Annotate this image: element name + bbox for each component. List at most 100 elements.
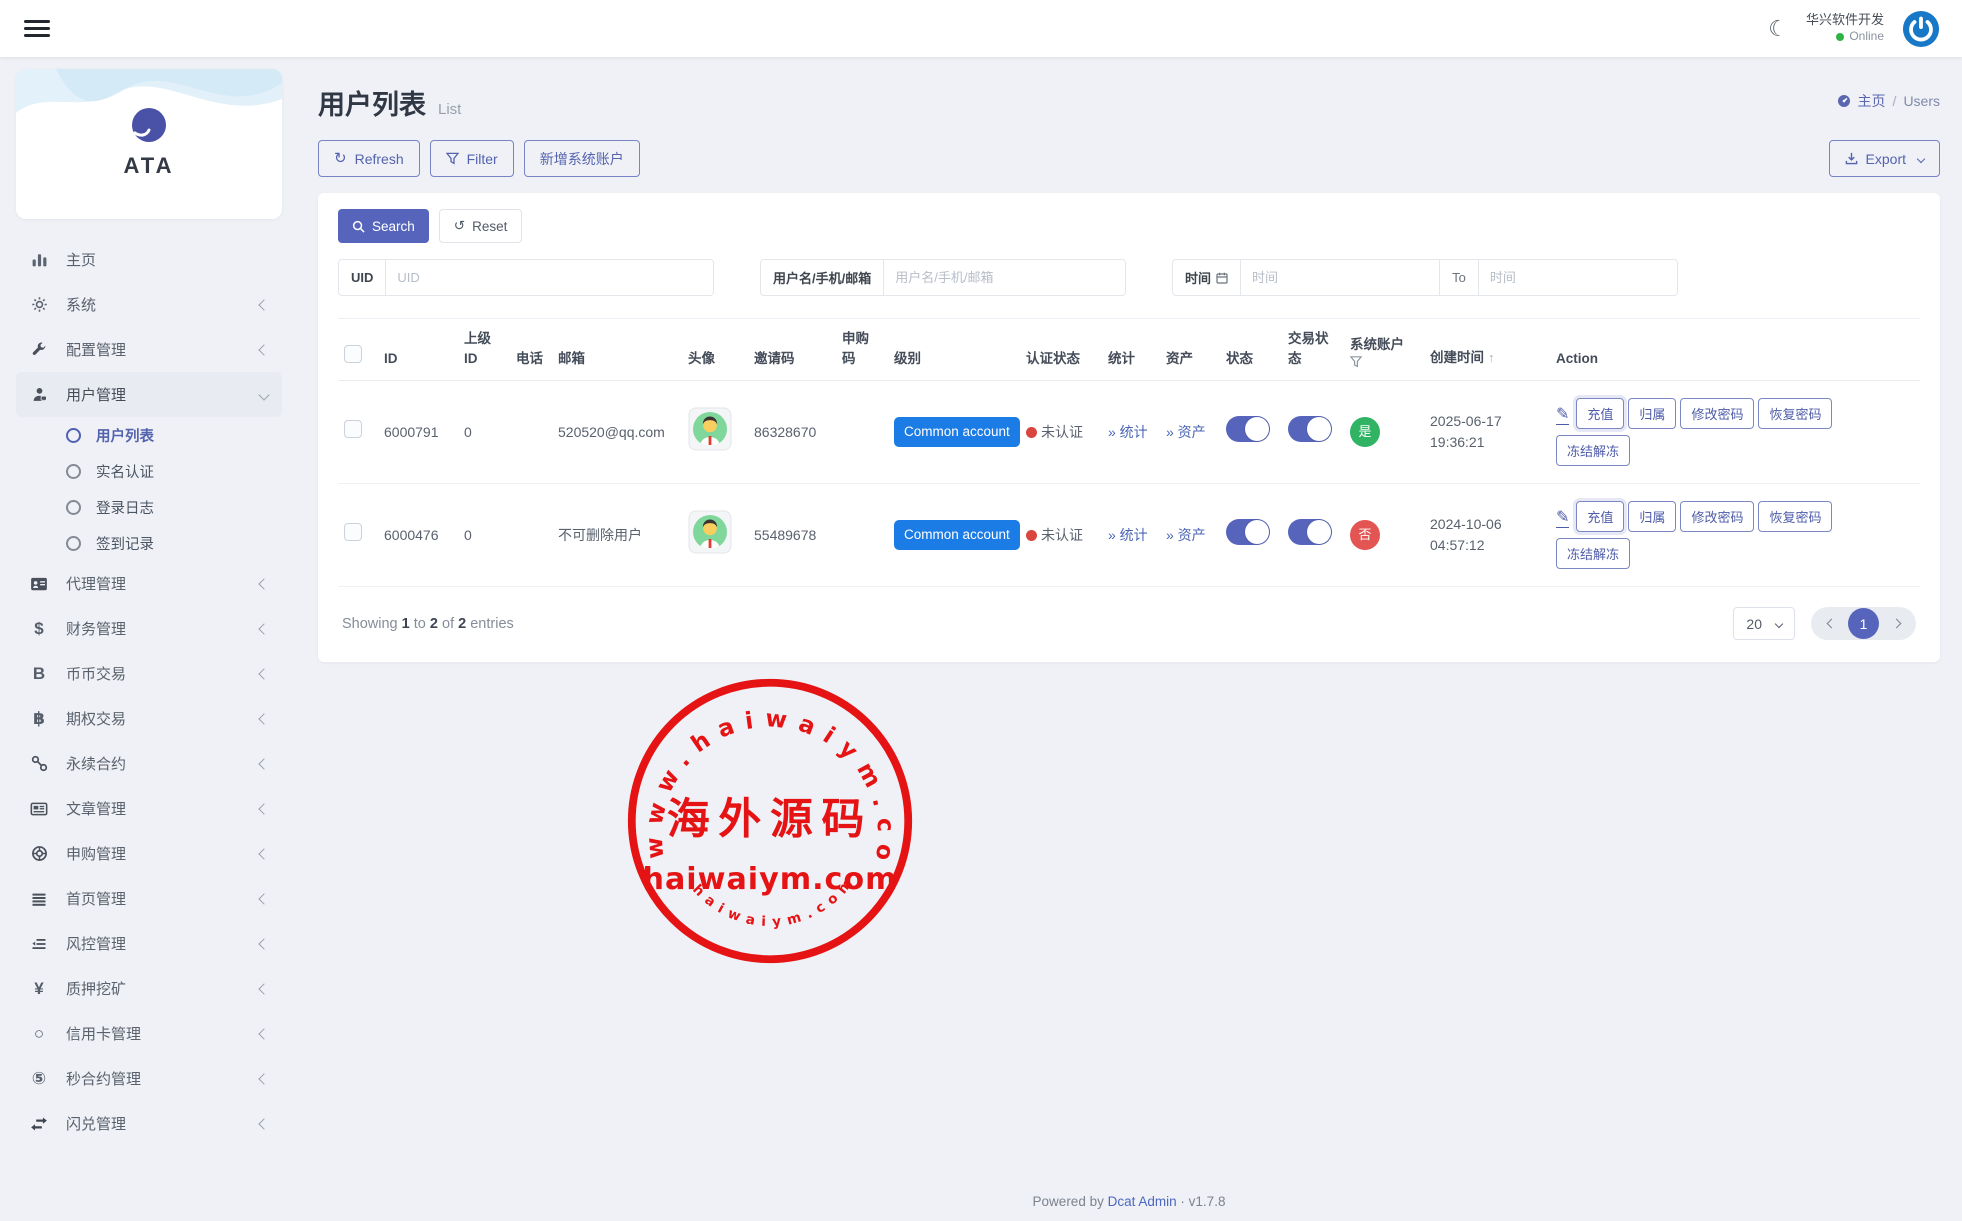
stats-link[interactable]: » 统计 xyxy=(1108,527,1148,543)
breadcrumb-current: Users xyxy=(1903,93,1940,109)
freeze-unfreeze-button[interactable]: 冻结解冻 xyxy=(1556,435,1630,466)
avatar[interactable] xyxy=(688,438,732,454)
assets-link[interactable]: » 资产 xyxy=(1166,424,1206,440)
col-action: Action xyxy=(1550,319,1920,381)
assets-link[interactable]: » 资产 xyxy=(1166,527,1206,543)
add-system-account-button[interactable]: 新增系统账户 xyxy=(524,140,640,177)
cell-created-at: 2025-06-1719:36:21 xyxy=(1424,381,1550,484)
funnel-icon[interactable] xyxy=(1350,356,1362,368)
sidebar-item-signin-record[interactable]: 签到记录 xyxy=(16,525,282,561)
select-all-checkbox[interactable] xyxy=(344,345,362,363)
id-card-icon xyxy=(28,575,50,593)
user-menu[interactable]: 华兴软件开发 Online xyxy=(1806,12,1884,44)
page-number-button[interactable]: 1 xyxy=(1848,608,1879,639)
col-system-account: 系统账户 xyxy=(1344,319,1424,381)
reset-button[interactable]: ↺Reset xyxy=(439,209,523,243)
sidebar-item-options-trade[interactable]: ฿ 期权交易 xyxy=(16,696,282,741)
calendar-icon xyxy=(1216,272,1228,284)
dcat-admin-link[interactable]: Dcat Admin xyxy=(1108,1194,1177,1209)
sidebar-item-login-log[interactable]: 登录日志 xyxy=(16,489,282,525)
sidebar-item-home[interactable]: 主页 xyxy=(16,237,282,282)
sidebar-item-spot-trade[interactable]: B 币币交易 xyxy=(16,651,282,696)
col-stats: 统计 xyxy=(1102,319,1160,381)
time-to-input[interactable] xyxy=(1479,260,1677,295)
reset-icon: ↺ xyxy=(454,218,465,234)
sidebar-item-finance[interactable]: $ 财务管理 xyxy=(16,606,282,651)
trade-status-toggle[interactable] xyxy=(1288,416,1332,442)
edit-icon[interactable]: ✎ xyxy=(1556,406,1569,425)
pagination: 1 xyxy=(1811,607,1916,640)
refresh-button[interactable]: ↻Refresh xyxy=(318,140,420,177)
avatar[interactable] xyxy=(688,541,732,557)
account-input[interactable] xyxy=(884,260,1125,295)
change-password-button[interactable]: 修改密码 xyxy=(1680,501,1754,532)
edit-icon[interactable]: ✎ xyxy=(1556,509,1569,528)
sidebar-item-staking[interactable]: ¥ 质押挖矿 xyxy=(16,966,282,1011)
sidebar-item-risk-control[interactable]: 风控管理 xyxy=(16,921,282,966)
status-toggle[interactable] xyxy=(1226,416,1270,442)
sidebar-item-agent[interactable]: 代理管理 xyxy=(16,561,282,606)
system-account-badge: 否 xyxy=(1350,520,1380,550)
breadcrumb-home[interactable]: 主页 xyxy=(1858,91,1886,111)
entries-summary: Showing 1 to 2 of 2 entries xyxy=(342,616,514,632)
sidebar-item-flash-exchange[interactable]: 闪兑管理 xyxy=(16,1101,282,1146)
circle-icon xyxy=(66,464,81,479)
sidebar-item-perpetual[interactable]: 永续合约 xyxy=(16,741,282,786)
recharge-button[interactable]: 充值 xyxy=(1576,398,1624,429)
sidebar-item-second-contract[interactable]: ⑤ 秒合约管理 xyxy=(16,1056,282,1101)
col-created-at[interactable]: 创建时间↑ xyxy=(1424,319,1550,381)
recover-password-button[interactable]: 恢复密码 xyxy=(1758,501,1832,532)
sidebar-item-config[interactable]: 配置管理 xyxy=(16,327,282,372)
sidebar-item-user-list[interactable]: 用户列表 xyxy=(16,417,282,453)
next-page-button[interactable] xyxy=(1883,611,1909,637)
col-assets: 资产 xyxy=(1160,319,1220,381)
sidebar-item-homepage[interactable]: 首页管理 xyxy=(16,876,282,921)
dollar-icon: $ xyxy=(28,620,50,637)
search-button[interactable]: Search xyxy=(338,209,429,243)
svg-text:haiwaiym.com: haiwaiym.com xyxy=(643,862,898,897)
belong-button[interactable]: 归属 xyxy=(1628,501,1676,532)
col-avatar: 头像 xyxy=(682,319,748,381)
recover-password-button[interactable]: 恢复密码 xyxy=(1758,398,1832,429)
change-password-button[interactable]: 修改密码 xyxy=(1680,398,1754,429)
prev-page-button[interactable] xyxy=(1818,611,1844,637)
logo-text: ATA xyxy=(16,153,282,179)
filter-button[interactable]: Filter xyxy=(430,140,514,177)
per-page-select[interactable]: 20 xyxy=(1733,607,1795,640)
status-toggle[interactable] xyxy=(1226,519,1270,545)
uid-input[interactable] xyxy=(386,260,713,295)
cell-phone xyxy=(510,484,552,587)
freeze-unfreeze-button[interactable]: 冻结解冻 xyxy=(1556,538,1630,569)
chevron-down-icon xyxy=(258,389,269,400)
user-avatar[interactable] xyxy=(1902,10,1940,48)
user-icon xyxy=(28,386,50,403)
circle-icon: ○ xyxy=(28,1025,50,1042)
chart-bar-icon xyxy=(28,251,50,268)
col-subscribe-code: 申购码 xyxy=(836,319,888,381)
refresh-icon: ↻ xyxy=(334,151,347,166)
sidebar-item-user-management[interactable]: 用户管理 xyxy=(16,372,282,417)
cell-auth-status: 未认证 xyxy=(1020,484,1102,587)
recharge-button[interactable]: 充值 xyxy=(1576,501,1624,532)
row-checkbox[interactable] xyxy=(344,420,362,438)
sidebar-menu: 主页 系统 配置管理 用户管理 用户列表 实名认证 登录日志 签到记录 代理管理 xyxy=(16,237,282,1146)
dark-mode-icon[interactable]: ☾ xyxy=(1768,18,1788,40)
belong-button[interactable]: 归属 xyxy=(1628,398,1676,429)
funnel-icon xyxy=(446,152,459,165)
sidebar-item-real-name-auth[interactable]: 实名认证 xyxy=(16,453,282,489)
sidebar-item-subscription[interactable]: 申购管理 xyxy=(16,831,282,876)
export-button[interactable]: Export xyxy=(1829,140,1940,177)
stats-link[interactable]: » 统计 xyxy=(1108,424,1148,440)
wrench-icon xyxy=(28,342,50,358)
online-status-label: Online xyxy=(1849,29,1884,45)
row-checkbox[interactable] xyxy=(344,523,362,541)
chevron-left-icon xyxy=(258,1118,269,1129)
sidebar-item-articles[interactable]: 文章管理 xyxy=(16,786,282,831)
sidebar-item-system[interactable]: 系统 xyxy=(16,282,282,327)
trade-status-toggle[interactable] xyxy=(1288,519,1332,545)
cell-email: 不可删除用户 xyxy=(552,484,682,587)
page-footer: Powered by Dcat Admin · v1.7.8 xyxy=(318,1178,1940,1221)
time-from-input[interactable] xyxy=(1241,260,1439,295)
sidebar-toggle-icon[interactable] xyxy=(24,16,50,41)
sidebar-item-credit-card[interactable]: ○ 信用卡管理 xyxy=(16,1011,282,1056)
